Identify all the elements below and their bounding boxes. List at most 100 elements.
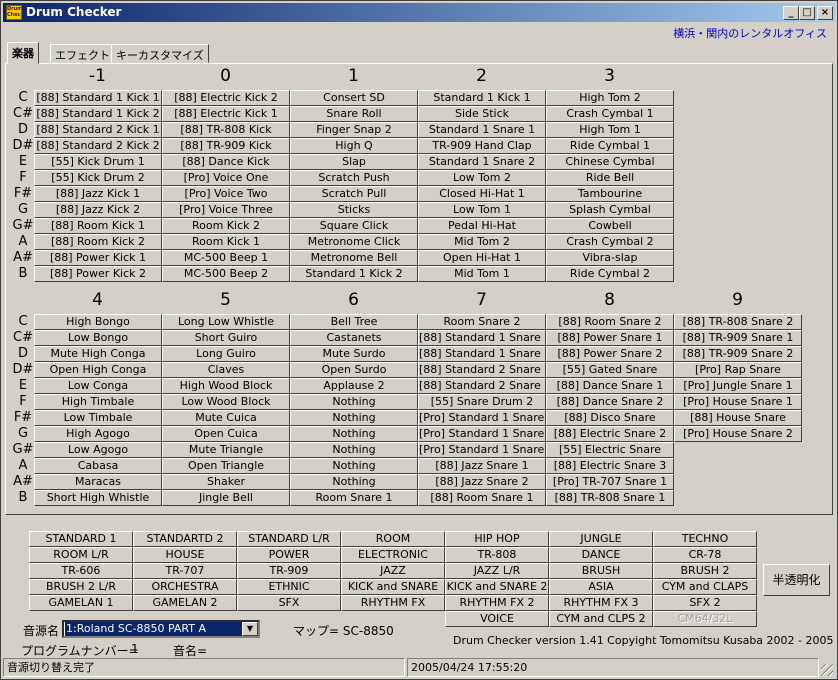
instrument-button[interactable]: Open Triangle — [162, 458, 290, 474]
instrument-button[interactable]: [88] TR-909 Snare 2 — [674, 346, 802, 362]
kit-button[interactable]: STANDARD L/R — [237, 531, 341, 547]
instrument-button[interactable]: Nothing — [290, 474, 418, 490]
kit-button[interactable]: BRUSH — [549, 563, 653, 579]
instrument-button[interactable]: [88] Standard 2 Kick 2 — [34, 138, 162, 154]
instrument-button[interactable]: [88] Electric Kick 1 — [162, 106, 290, 122]
instrument-button[interactable]: [88] Jazz Snare 2 — [418, 474, 546, 490]
kit-button[interactable]: KICK and SNARE — [341, 579, 445, 595]
instrument-button[interactable]: Open Hi-Hat 1 — [418, 250, 546, 266]
kit-button[interactable]: BRUSH 2 — [653, 563, 757, 579]
instrument-button[interactable]: Jingle Bell — [162, 490, 290, 506]
kit-button[interactable]: ROOM — [341, 531, 445, 547]
instrument-button[interactable]: [88] Power Kick 1 — [34, 250, 162, 266]
instrument-button[interactable]: Low Agogo — [34, 442, 162, 458]
instrument-button[interactable]: [Pro] Standard 1 Snare 3 — [418, 442, 546, 458]
instrument-button[interactable]: [88] Power Snare 1 — [546, 330, 674, 346]
instrument-button[interactable]: [88] Standard 1 Snare 2 — [418, 346, 546, 362]
drum-checker-app-icon[interactable]: Drum Checker — [6, 5, 22, 20]
instrument-button[interactable]: Mid Tom 1 — [418, 266, 546, 282]
dropdown-arrow-icon[interactable]: ▼ — [242, 622, 258, 636]
kit-button[interactable]: ELECTRONIC — [341, 547, 445, 563]
instrument-button[interactable]: [Pro] Standard 1 Snare 1 — [418, 410, 546, 426]
instrument-button[interactable]: Castanets — [290, 330, 418, 346]
kit-button[interactable]: STANDARD 1 — [29, 531, 133, 547]
instrument-button[interactable]: Open Surdo — [290, 362, 418, 378]
kit-button[interactable]: GAMELAN 1 — [29, 595, 133, 611]
instrument-button[interactable]: [88] Disco Snare — [546, 410, 674, 426]
instrument-button[interactable]: [88] Room Snare 2 — [546, 314, 674, 330]
title-bar[interactable]: Drum Checker Drum Checker _ □ × — [3, 3, 835, 22]
instrument-button[interactable]: Chinese Cymbal — [546, 154, 674, 170]
kit-button[interactable]: STANDARTD 2 — [133, 531, 237, 547]
kit-button[interactable]: SFX — [237, 595, 341, 611]
tab-instruments[interactable]: 楽器 — [7, 42, 39, 64]
instrument-button[interactable]: Low Wood Block — [162, 394, 290, 410]
instrument-button[interactable]: Nothing — [290, 442, 418, 458]
kit-button[interactable]: TR-606 — [29, 563, 133, 579]
instrument-button[interactable]: Room Kick 2 — [162, 218, 290, 234]
kit-button[interactable]: ROOM L/R — [29, 547, 133, 563]
instrument-button[interactable]: Standard 1 Kick 2 — [290, 266, 418, 282]
instrument-button[interactable]: Side Stick — [418, 106, 546, 122]
kit-button[interactable]: RHYTHM FX 2 — [445, 595, 549, 611]
instrument-button[interactable]: [88] Jazz Snare 1 — [418, 458, 546, 474]
maximize-button[interactable]: □ — [799, 6, 815, 20]
kit-button[interactable]: JUNGLE — [549, 531, 653, 547]
instrument-button[interactable]: [88] Dance Kick — [162, 154, 290, 170]
instrument-button[interactable]: High Agogo — [34, 426, 162, 442]
instrument-button[interactable]: Claves — [162, 362, 290, 378]
kit-button[interactable]: HIP HOP — [445, 531, 549, 547]
instrument-button[interactable]: MC-500 Beep 1 — [162, 250, 290, 266]
instrument-button[interactable]: [88] TR-808 Kick — [162, 122, 290, 138]
instrument-button[interactable]: Cowbell — [546, 218, 674, 234]
instrument-button[interactable]: [88] Dance Snare 1 — [546, 378, 674, 394]
instrument-button[interactable]: Mute Surdo — [290, 346, 418, 362]
minimize-button[interactable]: _ — [783, 6, 799, 20]
instrument-button[interactable]: [88] Jazz Kick 2 — [34, 202, 162, 218]
instrument-button[interactable]: High Timbale — [34, 394, 162, 410]
instrument-button[interactable]: Square Click — [290, 218, 418, 234]
instrument-button[interactable]: Standard 1 Snare 2 — [418, 154, 546, 170]
instrument-button[interactable]: Mid Tom 2 — [418, 234, 546, 250]
instrument-button[interactable]: [88] Power Snare 2 — [546, 346, 674, 362]
instrument-button[interactable]: [88] Room Kick 2 — [34, 234, 162, 250]
close-button[interactable]: × — [817, 6, 833, 20]
kit-button[interactable]: TR-909 — [237, 563, 341, 579]
instrument-button[interactable]: [88] Standard 2 Kick 1 — [34, 122, 162, 138]
kit-button[interactable]: ETHNIC — [237, 579, 341, 595]
instrument-button[interactable]: Cabasa — [34, 458, 162, 474]
instrument-button[interactable]: Mute Cuica — [162, 410, 290, 426]
instrument-button[interactable]: High Bongo — [34, 314, 162, 330]
instrument-button[interactable]: Maracas — [34, 474, 162, 490]
tab-key-customize[interactable]: キーカスタマイズ — [111, 44, 209, 63]
instrument-button[interactable]: [88] Electric Kick 2 — [162, 90, 290, 106]
instrument-button[interactable]: [Pro] Rap Snare — [674, 362, 802, 378]
instrument-button[interactable]: Low Tom 1 — [418, 202, 546, 218]
office-link[interactable]: 横浜・関内のレンタルオフィス — [673, 25, 827, 41]
instrument-button[interactable]: Pedal Hi-Hat — [418, 218, 546, 234]
kit-button[interactable]: SFX 2 — [653, 595, 757, 611]
instrument-button[interactable]: Finger Snap 2 — [290, 122, 418, 138]
instrument-button[interactable]: Open Cuica — [162, 426, 290, 442]
kit-button[interactable]: CYM and CLAPS — [653, 579, 757, 595]
instrument-button[interactable]: [Pro] Standard 1 Snare 2 — [418, 426, 546, 442]
instrument-button[interactable]: Short Guiro — [162, 330, 290, 346]
instrument-button[interactable]: Scratch Pull — [290, 186, 418, 202]
instrument-button[interactable]: High Tom 1 — [546, 122, 674, 138]
instrument-button[interactable]: Metronome Bell — [290, 250, 418, 266]
kit-button[interactable]: GAMELAN 2 — [133, 595, 237, 611]
kit-button[interactable]: JAZZ — [341, 563, 445, 579]
instrument-button[interactable]: Room Kick 1 — [162, 234, 290, 250]
instrument-button[interactable]: [55] Gated Snare — [546, 362, 674, 378]
kit-button[interactable]: KICK and SNARE 2 — [445, 579, 549, 595]
semi-transparent-button[interactable]: 半透明化 — [763, 564, 830, 596]
instrument-button[interactable]: [88] TR-808 Snare 1 — [546, 490, 674, 506]
kit-button[interactable]: TR-808 — [445, 547, 549, 563]
instrument-button[interactable]: Tambourine — [546, 186, 674, 202]
instrument-button[interactable]: [88] Standard 1 Kick 2 — [34, 106, 162, 122]
instrument-button[interactable]: [88] Power Kick 2 — [34, 266, 162, 282]
instrument-button[interactable]: Ride Cymbal 1 — [546, 138, 674, 154]
kit-button[interactable]: ASIA — [549, 579, 653, 595]
instrument-button[interactable]: Ride Cymbal 2 — [546, 266, 674, 282]
instrument-button[interactable]: Low Conga — [34, 378, 162, 394]
